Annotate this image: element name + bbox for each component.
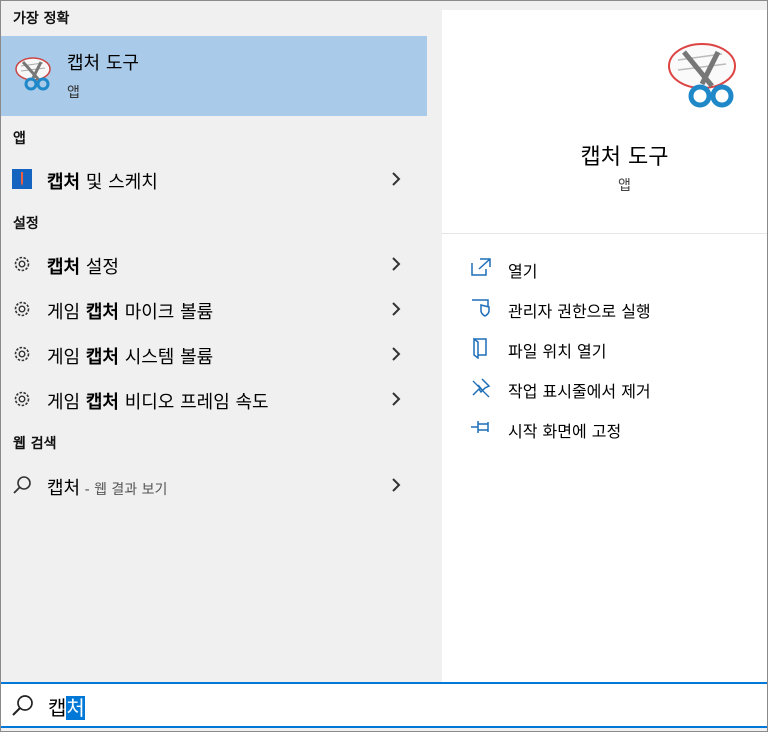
- gear-icon: [12, 254, 32, 274]
- section-best-match: 가장 정확: [13, 11, 70, 27]
- action-label: 파일 위치 열기: [508, 342, 607, 361]
- chevron-right-icon[interactable]: [389, 391, 403, 411]
- setting-result-game-capture-framerate[interactable]: 게임 캡처 비디오 프레임 속도: [1, 377, 427, 421]
- snipping-tool-large-icon: [664, 38, 740, 118]
- file-location-icon: [470, 337, 492, 363]
- chevron-right-icon[interactable]: [389, 346, 403, 366]
- action-pin-start[interactable]: 시작 화면에 고정: [470, 413, 760, 443]
- search-bar[interactable]: 캡처: [1, 682, 767, 728]
- detail-title: 캡처 도구: [580, 145, 669, 170]
- detail-subtitle: 앱: [618, 178, 631, 194]
- chevron-right-icon[interactable]: [389, 301, 403, 321]
- search-icon: [12, 475, 32, 495]
- detail-panel: 캡처 도구 앱 열기 관리자 권한으로 실행 파일 위치 열기 작업 표시줄에서…: [442, 10, 767, 682]
- result-label: 캡처 - 웹 결과 보기: [47, 478, 168, 499]
- divider: [442, 233, 767, 234]
- best-match-item[interactable]: 캡처 도구 앱: [1, 36, 427, 116]
- setting-result-game-capture-system[interactable]: 게임 캡처 시스템 볼륨: [1, 332, 427, 376]
- action-run-as-admin[interactable]: 관리자 권한으로 실행: [470, 293, 760, 323]
- web-result[interactable]: 캡처 - 웹 결과 보기: [1, 463, 427, 507]
- unpin-taskbar-icon: [470, 377, 492, 403]
- section-web-search: 웹 검색: [13, 436, 57, 452]
- chevron-right-icon[interactable]: [389, 256, 403, 276]
- gear-icon: [12, 299, 32, 319]
- action-unpin-taskbar[interactable]: 작업 표시줄에서 제거: [470, 373, 760, 403]
- gear-icon: [12, 389, 32, 409]
- setting-result-game-capture-mic[interactable]: 게임 캡처 마이크 볼륨: [1, 287, 427, 331]
- snip-sketch-icon: [12, 169, 32, 189]
- action-label: 작업 표시줄에서 제거: [508, 382, 651, 401]
- section-apps: 앱: [13, 131, 26, 147]
- result-label: 게임 캡처 마이크 볼륨: [47, 302, 214, 323]
- action-label: 열기: [508, 262, 538, 281]
- action-label: 관리자 권한으로 실행: [508, 302, 651, 321]
- best-match-subtitle: 앱: [67, 85, 80, 101]
- app-result-capture-sketch[interactable]: 캡처 및 스케치: [1, 157, 427, 201]
- search-selected-text: 처: [66, 696, 85, 720]
- chevron-right-icon[interactable]: [389, 477, 403, 497]
- search-icon: [11, 693, 35, 721]
- pin-start-icon: [470, 417, 494, 441]
- result-label: 캡처 설정: [47, 257, 119, 278]
- setting-result-capture-settings[interactable]: 캡처 설정: [1, 242, 427, 286]
- shield-icon: [470, 297, 492, 321]
- search-input[interactable]: 캡처: [48, 692, 85, 721]
- results-panel: 가장 정확 캡처 도구 앱 앱 캡처 및 스케치 설정 캡처 설정 게임 캡처 …: [1, 1, 427, 682]
- chevron-right-icon[interactable]: [389, 171, 403, 191]
- result-label: 게임 캡처 비디오 프레임 속도: [47, 392, 269, 413]
- action-open[interactable]: 열기: [470, 253, 760, 283]
- snipping-tool-icon: [13, 54, 53, 98]
- action-open-file-location[interactable]: 파일 위치 열기: [470, 333, 760, 363]
- best-match-title: 캡처 도구: [67, 53, 139, 74]
- result-label: 캡처 및 스케치: [47, 172, 158, 193]
- gear-icon: [12, 344, 32, 364]
- result-label: 게임 캡처 시스템 볼륨: [47, 347, 214, 368]
- action-label: 시작 화면에 고정: [508, 422, 622, 441]
- search-typed-text: 캡: [48, 696, 67, 720]
- open-icon: [470, 257, 492, 281]
- section-settings: 설정: [13, 216, 39, 232]
